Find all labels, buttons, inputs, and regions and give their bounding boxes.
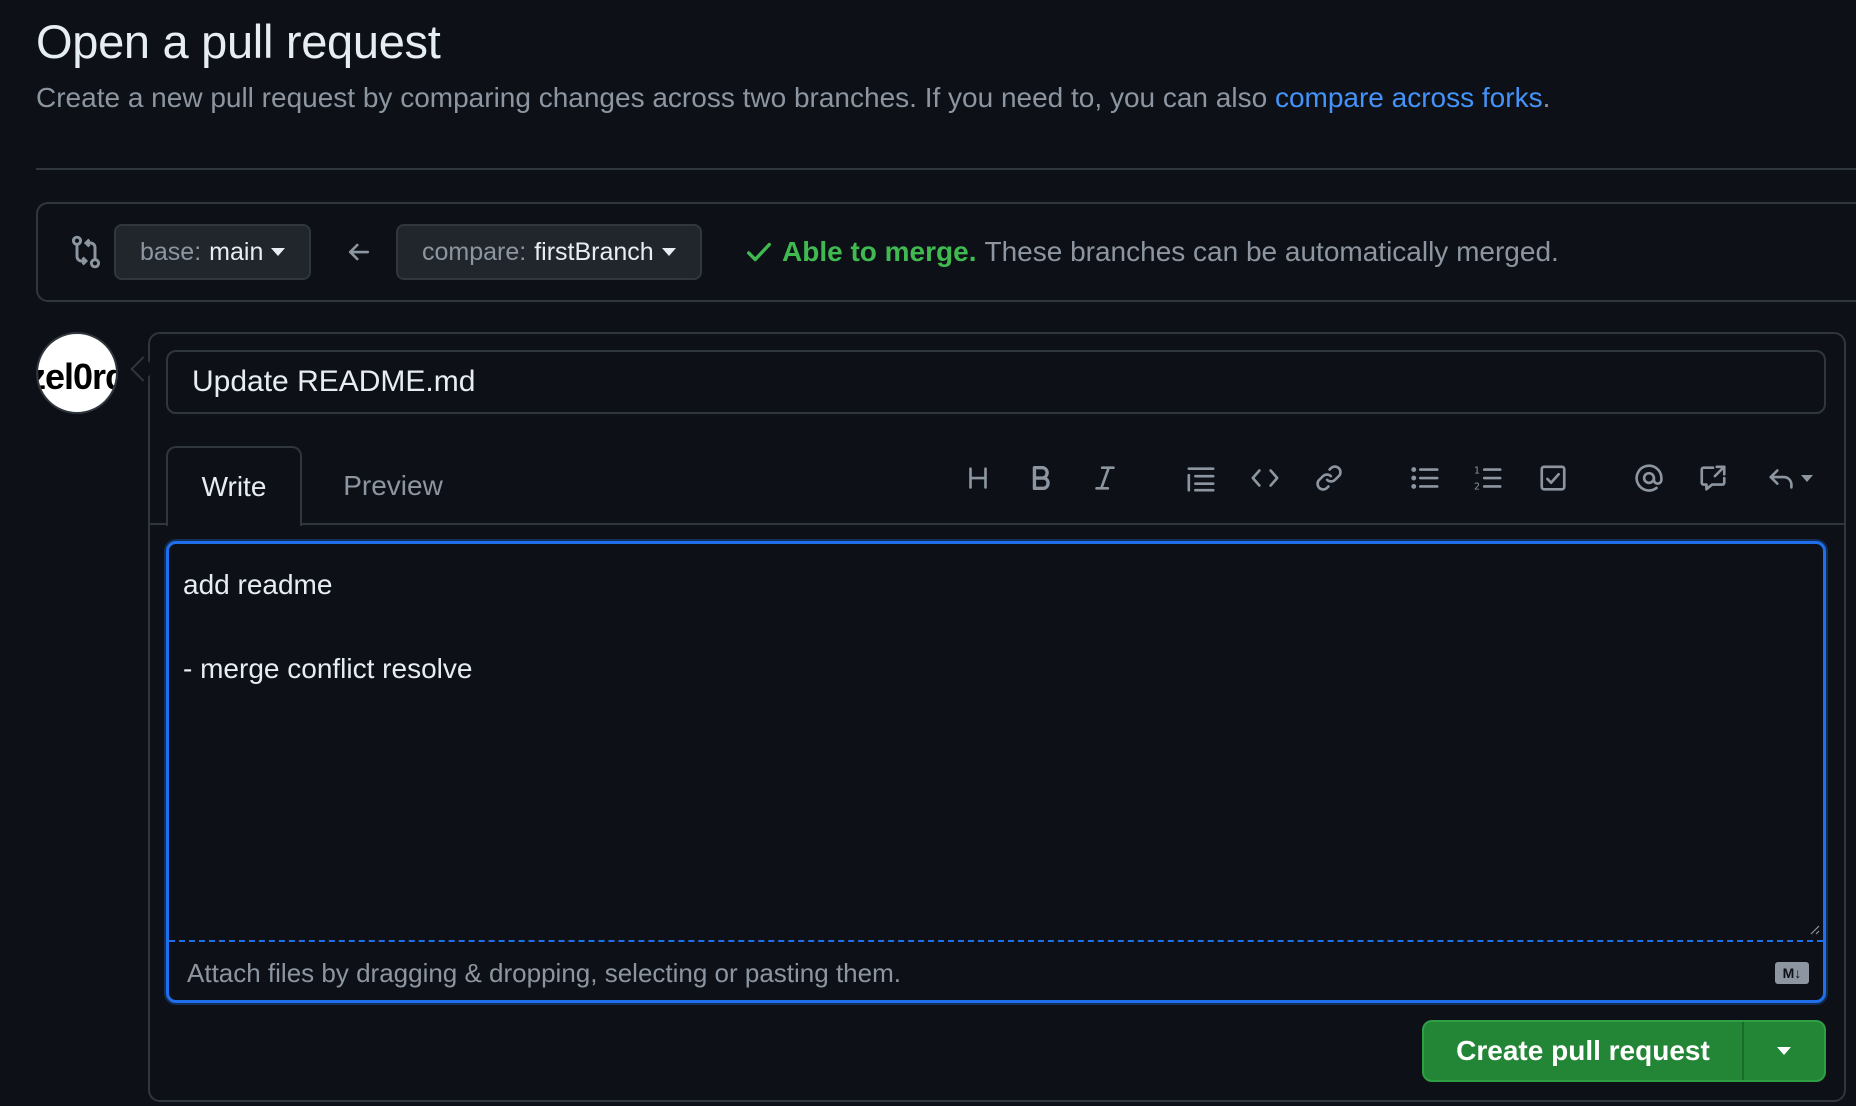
page: Open a pull request Create a new pull re… — [0, 0, 1856, 1106]
bold-button[interactable] — [1019, 458, 1063, 498]
task-list-icon — [1540, 465, 1566, 491]
ordered-list-icon: 12 — [1474, 465, 1502, 492]
avatar-text: zel0rd — [38, 356, 116, 397]
markdown-icon[interactable]: M↓ — [1775, 962, 1809, 984]
chevron-down-icon — [661, 248, 676, 256]
avatar[interactable]: zel0rd — [36, 332, 118, 414]
compare-across-forks-link[interactable]: compare across forks — [1275, 82, 1543, 113]
task-list-button[interactable] — [1531, 458, 1575, 498]
link-button[interactable] — [1307, 458, 1351, 498]
italic-icon — [1095, 466, 1115, 490]
quote-icon — [1187, 467, 1215, 492]
page-title: Open a pull request — [36, 15, 441, 68]
tab-write[interactable]: Write — [166, 446, 302, 526]
link-icon — [1316, 465, 1342, 491]
code-button[interactable] — [1243, 458, 1287, 498]
arrow-left-icon — [348, 243, 370, 261]
chevron-down-icon — [271, 248, 286, 256]
cross-reference-button[interactable] — [1691, 458, 1735, 498]
compare-bar: base: main compare: firstBranch Able to … — [36, 202, 1856, 302]
cross-reference-icon — [1700, 465, 1726, 491]
quote-button[interactable] — [1179, 458, 1223, 498]
chevron-down-icon — [1777, 1047, 1791, 1055]
ordered-list-button[interactable]: 12 — [1466, 458, 1510, 498]
compare-branch-label: compare: — [422, 237, 527, 266]
heading-icon — [969, 467, 987, 489]
git-compare-icon — [71, 235, 101, 269]
italic-button[interactable] — [1083, 458, 1127, 498]
merge-ok-label: Able to merge. — [782, 236, 977, 267]
pr-title-input[interactable] — [166, 350, 1826, 414]
create-pull-request-button[interactable]: Create pull request — [1424, 1022, 1744, 1080]
reply-button[interactable] — [1760, 458, 1820, 498]
svg-text:2: 2 — [1474, 481, 1480, 492]
create-pull-request-group: Create pull request — [1422, 1020, 1826, 1082]
unordered-list-icon — [1411, 467, 1439, 489]
pr-body-editor[interactable]: add readme - merge conflict resolve Atta… — [166, 541, 1826, 1003]
bold-icon — [1032, 466, 1050, 490]
base-branch-label: base: — [140, 237, 202, 266]
base-branch-value: main — [209, 237, 264, 266]
chevron-down-icon — [1801, 474, 1813, 482]
pr-body-textarea[interactable]: add readme - merge conflict resolve — [183, 564, 1803, 924]
page-subtitle: Create a new pull request by comparing c… — [36, 82, 1550, 114]
subtitle-text: Create a new pull request by comparing c… — [36, 82, 1275, 113]
code-icon — [1251, 469, 1279, 487]
mention-button[interactable] — [1627, 458, 1671, 498]
reply-icon — [1769, 469, 1793, 489]
mention-icon — [1635, 464, 1663, 492]
check-icon — [747, 242, 771, 262]
attach-files-hint[interactable]: Attach files by dragging & dropping, sel… — [187, 958, 901, 989]
compare-branch-value: firstBranch — [534, 237, 654, 266]
unordered-list-button[interactable] — [1403, 458, 1447, 498]
attach-divider — [169, 940, 1823, 942]
heading-button[interactable] — [956, 458, 1000, 498]
merge-status: Able to merge. These branches can be aut… — [744, 236, 1559, 268]
merge-status-text: These branches can be automatically merg… — [984, 236, 1559, 267]
subtitle-end: . — [1542, 82, 1551, 113]
create-options-dropdown[interactable] — [1744, 1022, 1824, 1080]
header-divider — [36, 168, 1856, 170]
compare-branch-select[interactable]: compare: firstBranch — [396, 224, 702, 280]
resize-handle-icon[interactable] — [1805, 920, 1821, 936]
tab-preview[interactable]: Preview — [316, 446, 470, 526]
svg-text:1: 1 — [1474, 465, 1480, 476]
base-branch-select[interactable]: base: main — [114, 224, 312, 280]
